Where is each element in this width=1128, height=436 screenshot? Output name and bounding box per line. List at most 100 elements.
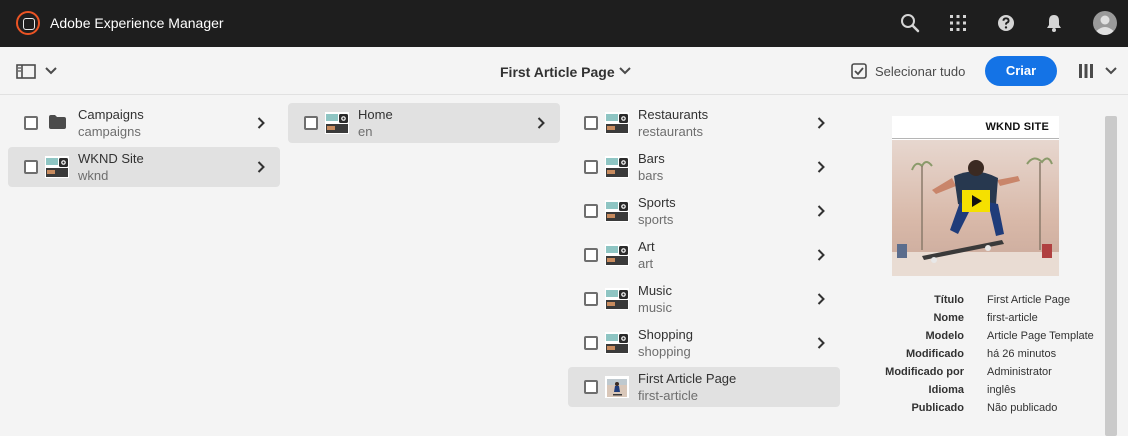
chevron-right-icon[interactable] (537, 117, 545, 129)
apps-grid-icon[interactable] (948, 13, 968, 33)
column-item[interactable]: Sports sports (568, 191, 840, 231)
item-name: shopping (638, 344, 691, 359)
meta-key: Modificado por (885, 366, 964, 378)
meta-value: inglês (987, 384, 1016, 396)
column-item[interactable]: Music music (568, 279, 840, 319)
item-title: Campaigns (78, 107, 144, 122)
chevron-right-icon[interactable] (817, 293, 825, 305)
item-checkbox[interactable] (584, 292, 598, 306)
meta-value: Administrator (987, 366, 1052, 378)
item-checkbox[interactable] (584, 116, 598, 130)
item-checkbox[interactable] (584, 380, 598, 394)
app-title[interactable]: Adobe Experience Manager (50, 15, 224, 31)
chevron-right-icon[interactable] (817, 205, 825, 217)
page-title[interactable]: First Article Page (500, 64, 615, 80)
view-chevron-down-icon[interactable] (1105, 67, 1117, 75)
meta-value: first-article (987, 312, 1038, 324)
select-all-label: Selecionar tudo (875, 63, 966, 79)
title-chevron-down-icon[interactable] (619, 67, 631, 75)
preview-site-logo: WKND SITE (985, 121, 1049, 133)
item-title: Art (638, 239, 655, 254)
meta-row: Título First Article Page (860, 293, 1094, 311)
search-icon[interactable] (900, 13, 920, 33)
meta-row: Nome first-article (860, 311, 1094, 329)
meta-key: Nome (933, 312, 964, 324)
column-item[interactable]: Restaurants restaurants (568, 103, 840, 143)
item-title: Shopping (638, 327, 693, 342)
meta-value: há 26 minutos (987, 348, 1057, 360)
meta-value: Article Page Template (987, 330, 1094, 342)
chevron-right-icon[interactable] (817, 249, 825, 261)
item-title: Bars (638, 151, 665, 166)
item-name: en (358, 124, 373, 139)
rail-toggle-icon[interactable] (16, 64, 36, 79)
scrollbar[interactable] (1105, 116, 1117, 436)
meta-key: Modelo (925, 330, 965, 342)
chevron-right-icon[interactable] (817, 117, 825, 129)
chevron-right-icon[interactable] (817, 337, 825, 349)
folder-icon (49, 115, 66, 129)
item-checkbox[interactable] (24, 116, 38, 130)
skater-thumbnail-icon (605, 376, 629, 398)
item-name: music (638, 300, 672, 315)
item-name: sports (638, 212, 674, 227)
column-item[interactable]: Bars bars (568, 147, 840, 187)
page-preview-image: WKND SITE (892, 116, 1059, 276)
page-thumbnail-icon (605, 112, 629, 134)
meta-row: Modelo Article Page Template (860, 329, 1094, 347)
page-thumbnail-icon (605, 200, 629, 222)
column-item[interactable]: First Article Page first-article (568, 367, 840, 407)
item-checkbox[interactable] (584, 204, 598, 218)
meta-value: Não publicado (987, 402, 1058, 414)
meta-value: First Article Page (987, 294, 1071, 306)
item-checkbox[interactable] (304, 116, 318, 130)
user-avatar-icon[interactable] (1093, 11, 1117, 35)
create-button[interactable]: Criar (985, 56, 1057, 86)
item-name: campaigns (78, 124, 141, 139)
chevron-down-icon[interactable] (45, 67, 57, 75)
column-item[interactable]: Shopping shopping (568, 323, 840, 363)
item-title: Music (638, 283, 672, 298)
select-all-button[interactable]: Selecionar tudo (851, 63, 965, 79)
column-item[interactable]: Campaigns campaigns (8, 103, 280, 143)
skateboarder-photo (892, 140, 1059, 276)
item-title: WKND Site (78, 151, 144, 166)
chevron-right-icon[interactable] (257, 161, 265, 173)
column-item[interactable]: Art art (568, 235, 840, 275)
page-thumbnail-icon (605, 288, 629, 310)
page-thumbnail-icon (605, 244, 629, 266)
item-checkbox[interactable] (584, 336, 598, 350)
column-item[interactable]: WKND Site wknd (8, 147, 280, 187)
item-checkbox[interactable] (24, 160, 38, 174)
meta-row: Publicado Não publicado (860, 401, 1094, 419)
item-title: Restaurants (638, 107, 709, 122)
item-title: Home (358, 107, 393, 122)
column-item[interactable]: Home en (288, 103, 560, 143)
aem-logo-icon[interactable] (16, 11, 40, 35)
page-thumbnail-icon (325, 112, 349, 134)
page-metadata: Título First Article Page Nome first-art… (860, 293, 1094, 419)
item-name: first-article (638, 388, 698, 403)
page-thumbnail-icon (605, 332, 629, 354)
item-checkbox[interactable] (584, 248, 598, 262)
item-name: art (638, 256, 654, 271)
meta-key: Publicado (911, 402, 964, 414)
chevron-right-icon[interactable] (257, 117, 265, 129)
meta-key: Idioma (928, 384, 964, 396)
meta-row: Modificado por Administrator (860, 365, 1094, 383)
help-icon[interactable] (996, 13, 1016, 33)
item-checkbox[interactable] (584, 160, 598, 174)
item-name: bars (638, 168, 664, 183)
action-bar: First Article Page Selecionar tudo Criar (0, 47, 1128, 95)
page-thumbnail-icon (605, 156, 629, 178)
shell-header: Adobe Experience Manager (0, 0, 1128, 47)
item-title: Sports (638, 195, 676, 210)
notifications-bell-icon[interactable] (1044, 13, 1064, 33)
item-name: restaurants (638, 124, 704, 139)
column-view-icon[interactable] (1078, 63, 1094, 79)
preview-divider (892, 138, 1059, 139)
meta-row: Modificado há 26 minutos (860, 347, 1094, 365)
meta-key: Título (934, 294, 964, 306)
chevron-right-icon[interactable] (817, 161, 825, 173)
item-title: First Article Page (638, 371, 737, 386)
